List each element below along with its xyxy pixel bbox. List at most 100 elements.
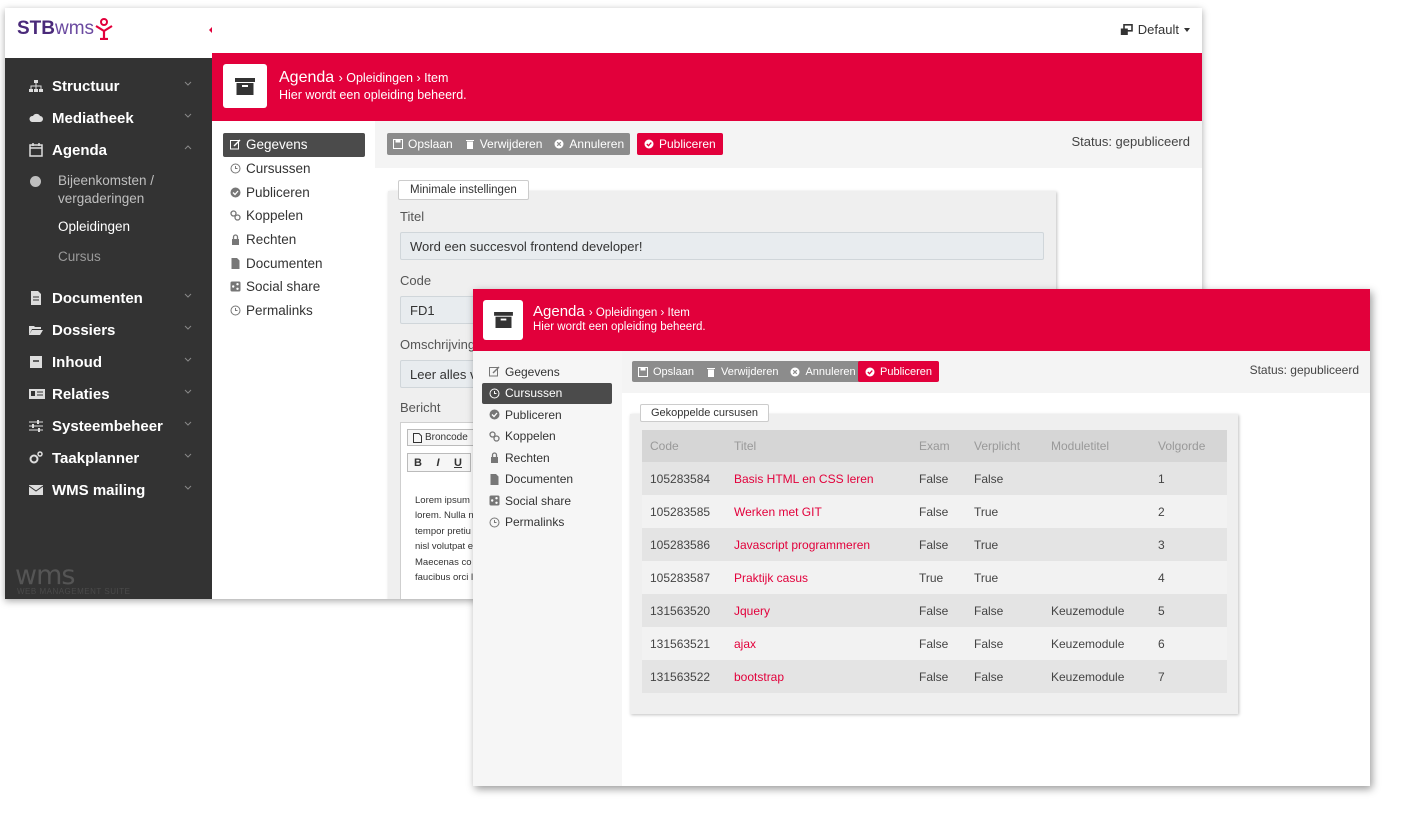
- bold-button[interactable]: B: [408, 457, 428, 469]
- table-row[interactable]: 131563522 bootstrap False False Keuzemodule 7: [642, 660, 1227, 693]
- link-icon: [230, 210, 241, 222]
- table-row[interactable]: 131563520 Jquery False False Keuzemodule 5: [642, 594, 1227, 627]
- breadcrumb: › Opleidingen › Item: [588, 307, 690, 319]
- clock-icon: [230, 305, 241, 316]
- edit-icon: [489, 366, 500, 377]
- nav-item-systeembeheer[interactable]: Systeembeheer: [5, 410, 212, 442]
- italic-button[interactable]: I: [428, 457, 448, 469]
- description-label: Omschrijving: [400, 337, 476, 352]
- col-verplicht[interactable]: Verplicht: [966, 430, 1043, 462]
- page-subtitle: Hier wordt een opleiding beheerd.: [533, 321, 706, 333]
- tab-documenten[interactable]: Documenten: [223, 251, 365, 275]
- tab-publiceren[interactable]: Publiceren: [223, 180, 365, 204]
- tab-publiceren[interactable]: Publiceren: [482, 404, 612, 426]
- tab-koppelen[interactable]: Koppelen: [223, 204, 365, 228]
- save-button[interactable]: Opslaan: [387, 133, 459, 155]
- delete-button[interactable]: Verwijderen: [459, 133, 549, 155]
- caret-down-icon: [1184, 27, 1190, 32]
- course-link[interactable]: ajax: [726, 627, 911, 660]
- save-button[interactable]: Opslaan: [632, 361, 700, 382]
- edit-icon: [230, 139, 241, 150]
- windows-icon: [1120, 23, 1133, 36]
- course-link[interactable]: Basis HTML en CSS leren: [726, 462, 911, 495]
- document-icon: [29, 291, 43, 305]
- col-code[interactable]: Code: [642, 430, 726, 462]
- delete-button[interactable]: Verwijderen: [700, 361, 784, 382]
- nav-item-wms-mailing[interactable]: WMS mailing: [5, 474, 212, 506]
- source-code-button[interactable]: Broncode: [407, 429, 474, 446]
- cloud-icon: [29, 111, 43, 125]
- message-label: Bericht: [400, 400, 441, 415]
- lock-icon: [230, 234, 241, 246]
- action-button-group: Opslaan Verwijderen Annuleren: [632, 361, 862, 382]
- tab-social-share[interactable]: Social share: [223, 275, 365, 299]
- chevron-down-icon: [184, 485, 192, 490]
- nav-item-structuur[interactable]: Structuur: [5, 70, 212, 102]
- table-row[interactable]: 105283586 Javascript programmeren False Tru…: [642, 528, 1227, 561]
- col-moduletitel[interactable]: Moduletitel: [1043, 430, 1150, 462]
- nav-item-inhoud[interactable]: Inhoud: [5, 346, 212, 378]
- nav-item-dossiers[interactable]: Dossiers: [5, 314, 212, 346]
- col-titel[interactable]: Titel: [726, 430, 911, 462]
- table-row[interactable]: 131563521 ajax False False Keuzemodule 6: [642, 627, 1227, 660]
- sitemap-icon: [29, 79, 43, 93]
- chevron-down-icon: [184, 293, 192, 298]
- tab-permalinks[interactable]: Permalinks: [223, 299, 365, 323]
- nav-sub-cursus[interactable]: Cursus: [5, 242, 212, 272]
- plus-circle-icon: [30, 176, 41, 187]
- page-title: Agenda › Opleidingen › Item: [533, 303, 690, 320]
- page-banner: Agenda › Opleidingen › Item Hier wordt e…: [473, 289, 1370, 351]
- course-link[interactable]: bootstrap: [726, 660, 911, 693]
- tab-rechten[interactable]: Rechten: [482, 447, 612, 469]
- profile-dropdown[interactable]: Default: [1120, 22, 1190, 37]
- check-circle-icon: [865, 367, 875, 377]
- col-volgorde[interactable]: Volgorde: [1150, 430, 1227, 462]
- course-link[interactable]: Javascript programmeren: [726, 528, 911, 561]
- nav-sub-opleidingen[interactable]: Opleidingen: [5, 212, 212, 242]
- nav-sub-bijeenkomsten[interactable]: Bijeenkomsten / vergaderingen: [5, 172, 212, 212]
- title-input[interactable]: Word een succesvol frontend developer!: [400, 232, 1044, 260]
- course-link[interactable]: Jquery: [726, 594, 911, 627]
- table-row[interactable]: 105283585 Werken met GIT False True 2: [642, 495, 1227, 528]
- top-bar: Default: [212, 8, 1202, 53]
- tab-gegevens[interactable]: Gegevens: [482, 361, 612, 383]
- envelope-icon: [29, 483, 43, 497]
- courses-table: Code Titel Exam Verplicht Moduletitel Vo…: [642, 430, 1227, 693]
- nav-item-agenda[interactable]: Agenda: [5, 134, 212, 166]
- tab-permalinks[interactable]: Permalinks: [482, 512, 612, 534]
- chevron-down-icon: [184, 453, 192, 458]
- cancel-button[interactable]: Annuleren: [784, 361, 861, 382]
- course-link[interactable]: Praktijk casus: [726, 561, 911, 594]
- editor-content[interactable]: Lorem ipsum lorem. Nulla n tempor pretiu…: [415, 493, 474, 585]
- tab-rechten[interactable]: Rechten: [223, 228, 365, 252]
- lock-icon: [489, 452, 500, 464]
- publish-button[interactable]: Publiceren: [858, 361, 939, 382]
- courses-table-wrap: Code Titel Exam Verplicht Moduletitel Vo…: [642, 430, 1227, 693]
- code-file-icon: [413, 432, 422, 443]
- tab-social-share[interactable]: Social share: [482, 490, 612, 512]
- table-row[interactable]: 105283584 Basis HTML en CSS leren False Fal…: [642, 462, 1227, 495]
- tab-documenten[interactable]: Documenten: [482, 469, 612, 491]
- chevron-down-icon: [184, 81, 192, 86]
- cancel-button[interactable]: Annuleren: [548, 133, 630, 155]
- course-link[interactable]: Werken met GIT: [726, 495, 911, 528]
- sidebar: STBwms Structuur Mediatheek Agenda Bijee…: [5, 8, 215, 599]
- col-exam[interactable]: Exam: [911, 430, 966, 462]
- table-row[interactable]: 105283587 Praktijk casus True True 4: [642, 561, 1227, 594]
- tab-gegevens[interactable]: Gegevens: [223, 133, 365, 157]
- chevron-down-icon: [184, 389, 192, 394]
- wms-watermark-tagline: WEB MANAGEMENT SUITE: [17, 587, 131, 596]
- tab-cursussen[interactable]: Cursussen: [482, 382, 612, 404]
- action-toolbar: Opslaan Verwijderen Annuleren Publiceren…: [622, 351, 1370, 393]
- nav-item-relaties[interactable]: Relaties: [5, 378, 212, 410]
- publish-button[interactable]: Publiceren: [637, 133, 723, 155]
- nav-item-taakplanner[interactable]: Taakplanner: [5, 442, 212, 474]
- nav-item-documenten[interactable]: Documenten: [5, 282, 212, 314]
- underline-button[interactable]: U: [448, 457, 468, 469]
- file-icon: [489, 473, 500, 485]
- chevron-down-icon: [184, 357, 192, 362]
- times-circle-icon: [790, 367, 800, 377]
- tab-cursussen[interactable]: Cursussen: [223, 157, 365, 181]
- tab-koppelen[interactable]: Koppelen: [482, 426, 612, 448]
- nav-item-mediatheek[interactable]: Mediatheek: [5, 102, 212, 134]
